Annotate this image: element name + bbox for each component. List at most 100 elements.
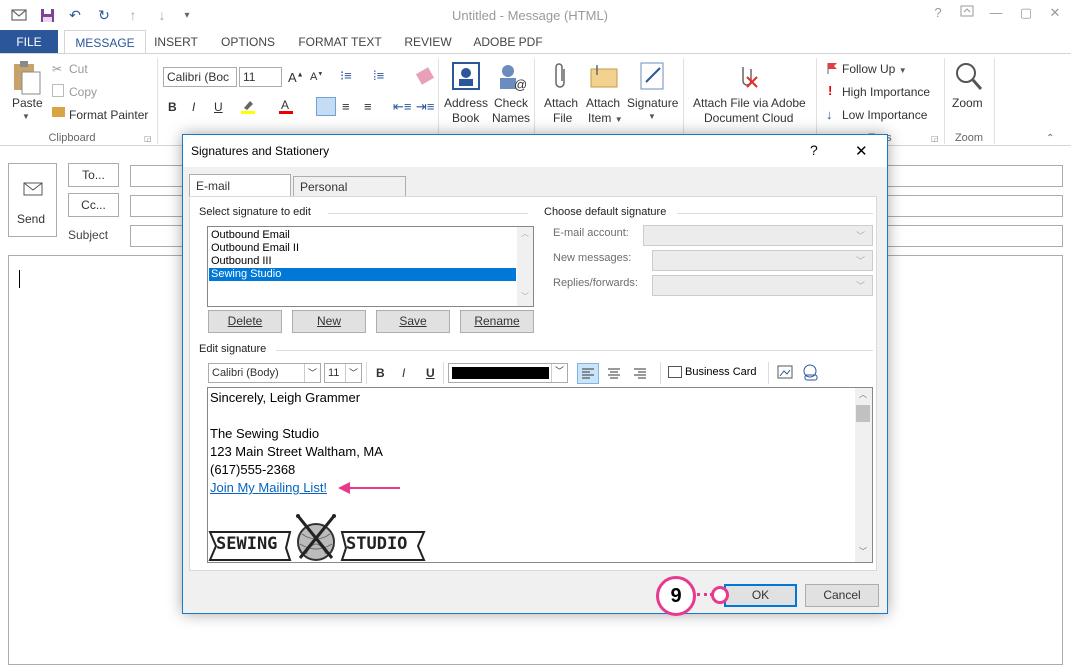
low-importance-button[interactable]: Low Importance	[842, 108, 927, 122]
redo-icon[interactable]: ↻	[95, 6, 113, 24]
format-painter-icon[interactable]	[52, 107, 65, 117]
signature-icon[interactable]	[638, 60, 668, 92]
dialog-help-button[interactable]: ?	[810, 142, 818, 158]
previous-item-icon[interactable]: ↑	[124, 6, 142, 24]
tab-options[interactable]: OPTIONS	[214, 30, 282, 54]
insert-hyperlink-icon[interactable]	[802, 364, 820, 382]
cut-button[interactable]: Cut	[69, 62, 88, 76]
signature-list-item[interactable]: Outbound III	[209, 255, 516, 268]
zoom-button[interactable]: Zoom	[952, 96, 983, 110]
delete-button[interactable]: Delete	[208, 310, 282, 333]
follow-up-button[interactable]: Follow Up ▼	[842, 62, 907, 76]
signature-size-select[interactable]: 11 ﹀	[324, 363, 362, 383]
scroll-thumb[interactable]	[856, 405, 870, 422]
undo-icon[interactable]: ↶	[66, 6, 84, 24]
customize-qat-icon[interactable]: ▾	[178, 6, 196, 24]
adobe-attach-button-line1[interactable]: Attach File via Adobe	[693, 96, 806, 110]
high-importance-button[interactable]: High Importance	[842, 85, 930, 99]
signature-list-item[interactable]: Outbound Email	[209, 229, 516, 242]
scroll-up-icon[interactable]: ︿	[521, 228, 529, 239]
adobe-attach-button-line2[interactable]: Document Cloud	[704, 111, 793, 125]
signature-list-item-selected[interactable]: Sewing Studio	[209, 268, 516, 281]
tab-adobe-pdf[interactable]: ADOBE PDF	[466, 30, 550, 54]
cancel-button[interactable]: Cancel	[805, 584, 879, 607]
tab-email-signature[interactable]: E-mail Signature	[189, 174, 291, 215]
signature-underline-button[interactable]: U	[426, 366, 435, 380]
scroll-down-icon[interactable]: ﹀	[521, 291, 529, 302]
new-button[interactable]: New	[292, 310, 366, 333]
help-button[interactable]: ?	[926, 5, 950, 25]
address-book-button-line2[interactable]: Book	[452, 111, 479, 125]
check-names-icon[interactable]: @	[496, 61, 527, 92]
signature-bold-button[interactable]: B	[376, 366, 385, 380]
paste-button[interactable]: Paste	[12, 96, 43, 110]
signature-font-select[interactable]: Calibri (Body) ﹀	[208, 363, 321, 383]
business-card-button[interactable]: Business Card	[685, 366, 757, 378]
bullets-icon[interactable]: ⁝≡	[340, 68, 352, 84]
paste-dropdown-icon[interactable]: ▼	[22, 112, 30, 121]
signature-list-scrollbar[interactable]: ︿ ﹀	[517, 227, 533, 306]
tab-insert[interactable]: INSERT	[148, 30, 204, 54]
send-button[interactable]: Send	[8, 163, 57, 237]
font-size-combo[interactable]: 11	[239, 67, 282, 87]
minimize-button[interactable]: —	[984, 5, 1008, 25]
font-color-icon[interactable]: A	[278, 98, 294, 114]
mailing-list-link[interactable]: Join My Mailing List!	[210, 480, 327, 495]
attach-file-button-line1[interactable]: Attach	[544, 96, 578, 110]
next-item-icon[interactable]: ↓	[153, 6, 171, 24]
increase-indent-icon[interactable]: ⇥≡	[416, 99, 434, 115]
signature-dropdown-icon[interactable]: ▼	[648, 112, 656, 121]
rename-button[interactable]: Rename	[460, 310, 534, 333]
replies-forwards-select[interactable]: ﹀	[652, 275, 873, 296]
shrink-font-icon[interactable]: A▼	[310, 71, 323, 83]
copy-button[interactable]: Copy	[69, 85, 97, 99]
high-importance-icon[interactable]: !	[828, 83, 832, 98]
attach-item-button-line1[interactable]: Attach	[586, 96, 620, 110]
tab-personal-stationery[interactable]: Personal Stationery	[293, 176, 406, 214]
numbering-icon[interactable]: ⁞≡	[373, 68, 384, 83]
insert-picture-icon[interactable]	[777, 364, 795, 382]
to-button[interactable]: To...	[68, 163, 119, 187]
signature-align-center-icon[interactable]	[604, 364, 624, 383]
tab-file[interactable]: FILE	[0, 30, 58, 54]
attach-item-icon[interactable]	[589, 61, 619, 91]
signature-list[interactable]: Outbound Email Outbound Email II Outboun…	[207, 226, 534, 307]
ok-button[interactable]: OK	[724, 584, 797, 607]
ribbon-display-options-icon[interactable]	[955, 5, 979, 25]
bold-button[interactable]: B	[168, 100, 177, 114]
signature-align-right-icon[interactable]	[630, 364, 650, 383]
check-names-button-line1[interactable]: Check	[494, 96, 528, 110]
tab-message[interactable]: MESSAGE	[64, 30, 146, 55]
cut-icon[interactable]: ✂	[52, 62, 62, 76]
tab-format-text[interactable]: FORMAT TEXT	[290, 30, 390, 54]
italic-button[interactable]: I	[192, 100, 195, 114]
close-button[interactable]: ✕	[1043, 5, 1067, 25]
new-messages-select[interactable]: ﹀	[652, 250, 873, 271]
align-left-icon[interactable]	[316, 97, 336, 116]
attach-item-button-line2[interactable]: Item ▼	[588, 111, 623, 125]
signature-align-left-icon[interactable]	[577, 363, 599, 384]
signature-italic-button[interactable]: I	[402, 366, 405, 380]
signature-color-select[interactable]: ﹀	[448, 363, 568, 383]
highlight-icon[interactable]	[240, 98, 256, 114]
clear-formatting-icon[interactable]	[415, 67, 435, 85]
email-account-select[interactable]: ﹀	[643, 225, 873, 246]
follow-up-flag-icon[interactable]	[826, 62, 838, 74]
signature-button[interactable]: Signature	[627, 96, 678, 110]
adobe-attach-icon[interactable]	[733, 61, 763, 91]
align-right-icon[interactable]: ≡	[364, 99, 372, 114]
dialog-close-button[interactable]: ✕	[855, 142, 868, 160]
address-book-button-line1[interactable]: Address	[444, 96, 488, 110]
signature-editor[interactable]: Sincerely, Leigh Grammer The Sewing Stud…	[207, 387, 873, 563]
format-painter-button[interactable]: Format Painter	[69, 108, 148, 122]
grow-font-icon[interactable]: A▲	[288, 70, 304, 85]
underline-button[interactable]: U	[214, 100, 223, 114]
font-name-combo[interactable]: Calibri (Boc	[163, 67, 237, 87]
save-button[interactable]: Save	[376, 310, 450, 333]
align-center-icon[interactable]: ≡	[342, 99, 350, 114]
tags-launcher-icon[interactable]: ◲	[931, 134, 939, 143]
check-names-button-line2[interactable]: Names	[492, 111, 530, 125]
paperclip-icon[interactable]	[553, 61, 569, 91]
save-icon[interactable]	[38, 6, 56, 24]
low-importance-icon[interactable]: ↓	[826, 107, 833, 122]
